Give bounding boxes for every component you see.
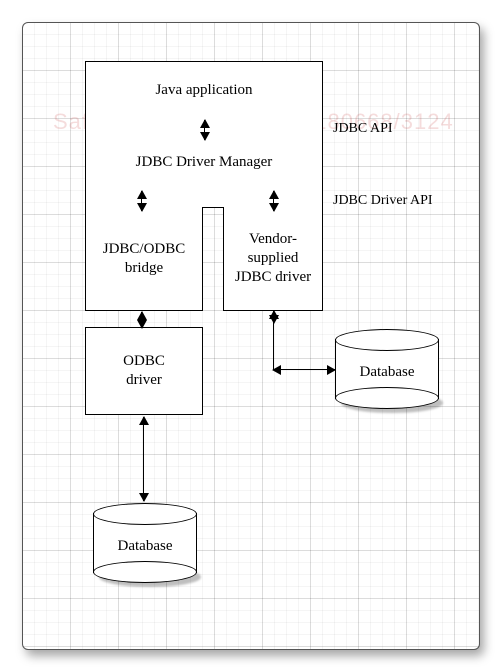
box-vendor-driver: Vendor- supplied JDBC driver (223, 207, 323, 311)
box-jdbc-driver-manager: JDBC Driver Manager (85, 137, 323, 189)
label-jdbc-odbc-bridge: JDBC/ODBC bridge (103, 240, 186, 278)
box-java-application: Java application (85, 61, 323, 119)
box-jdbc-odbc-bridge: JDBC/ODBC bridge (85, 207, 203, 311)
label-database-left: Database (93, 538, 197, 555)
diagram-frame: Safari Books Online : 52180668/3124 Java… (22, 22, 480, 650)
box-odbc-driver: ODBC driver (85, 327, 203, 415)
label-database-right: Database (335, 364, 439, 381)
arrow-vendor-down-head (273, 311, 274, 323)
arrow-bridge-odbc (141, 312, 142, 328)
label-odbc-driver: ODBC driver (123, 352, 165, 390)
cylinder-database-right: Database (335, 329, 439, 409)
label-jdbc-driver-api: JDBC Driver API (333, 193, 433, 209)
diagram-layer: Safari Books Online : 52180668/3124 Java… (23, 23, 479, 649)
label-jdbc-api: JDBC API (333, 121, 393, 137)
label-vendor-driver: Vendor- supplied JDBC driver (235, 230, 311, 286)
label-jdbc-driver-manager: JDBC Driver Manager (136, 153, 273, 172)
label-java-application: Java application (155, 81, 252, 100)
cylinder-database-left: Database (93, 503, 197, 583)
arrow-odbc-db (143, 417, 144, 501)
arrow-app-manager (204, 120, 205, 140)
arrow-vendor-db (273, 369, 335, 370)
box-jdbc-driver-api-gap (85, 188, 323, 208)
arrow-manager-bridge (141, 191, 142, 211)
arrow-manager-vendor (273, 191, 274, 211)
